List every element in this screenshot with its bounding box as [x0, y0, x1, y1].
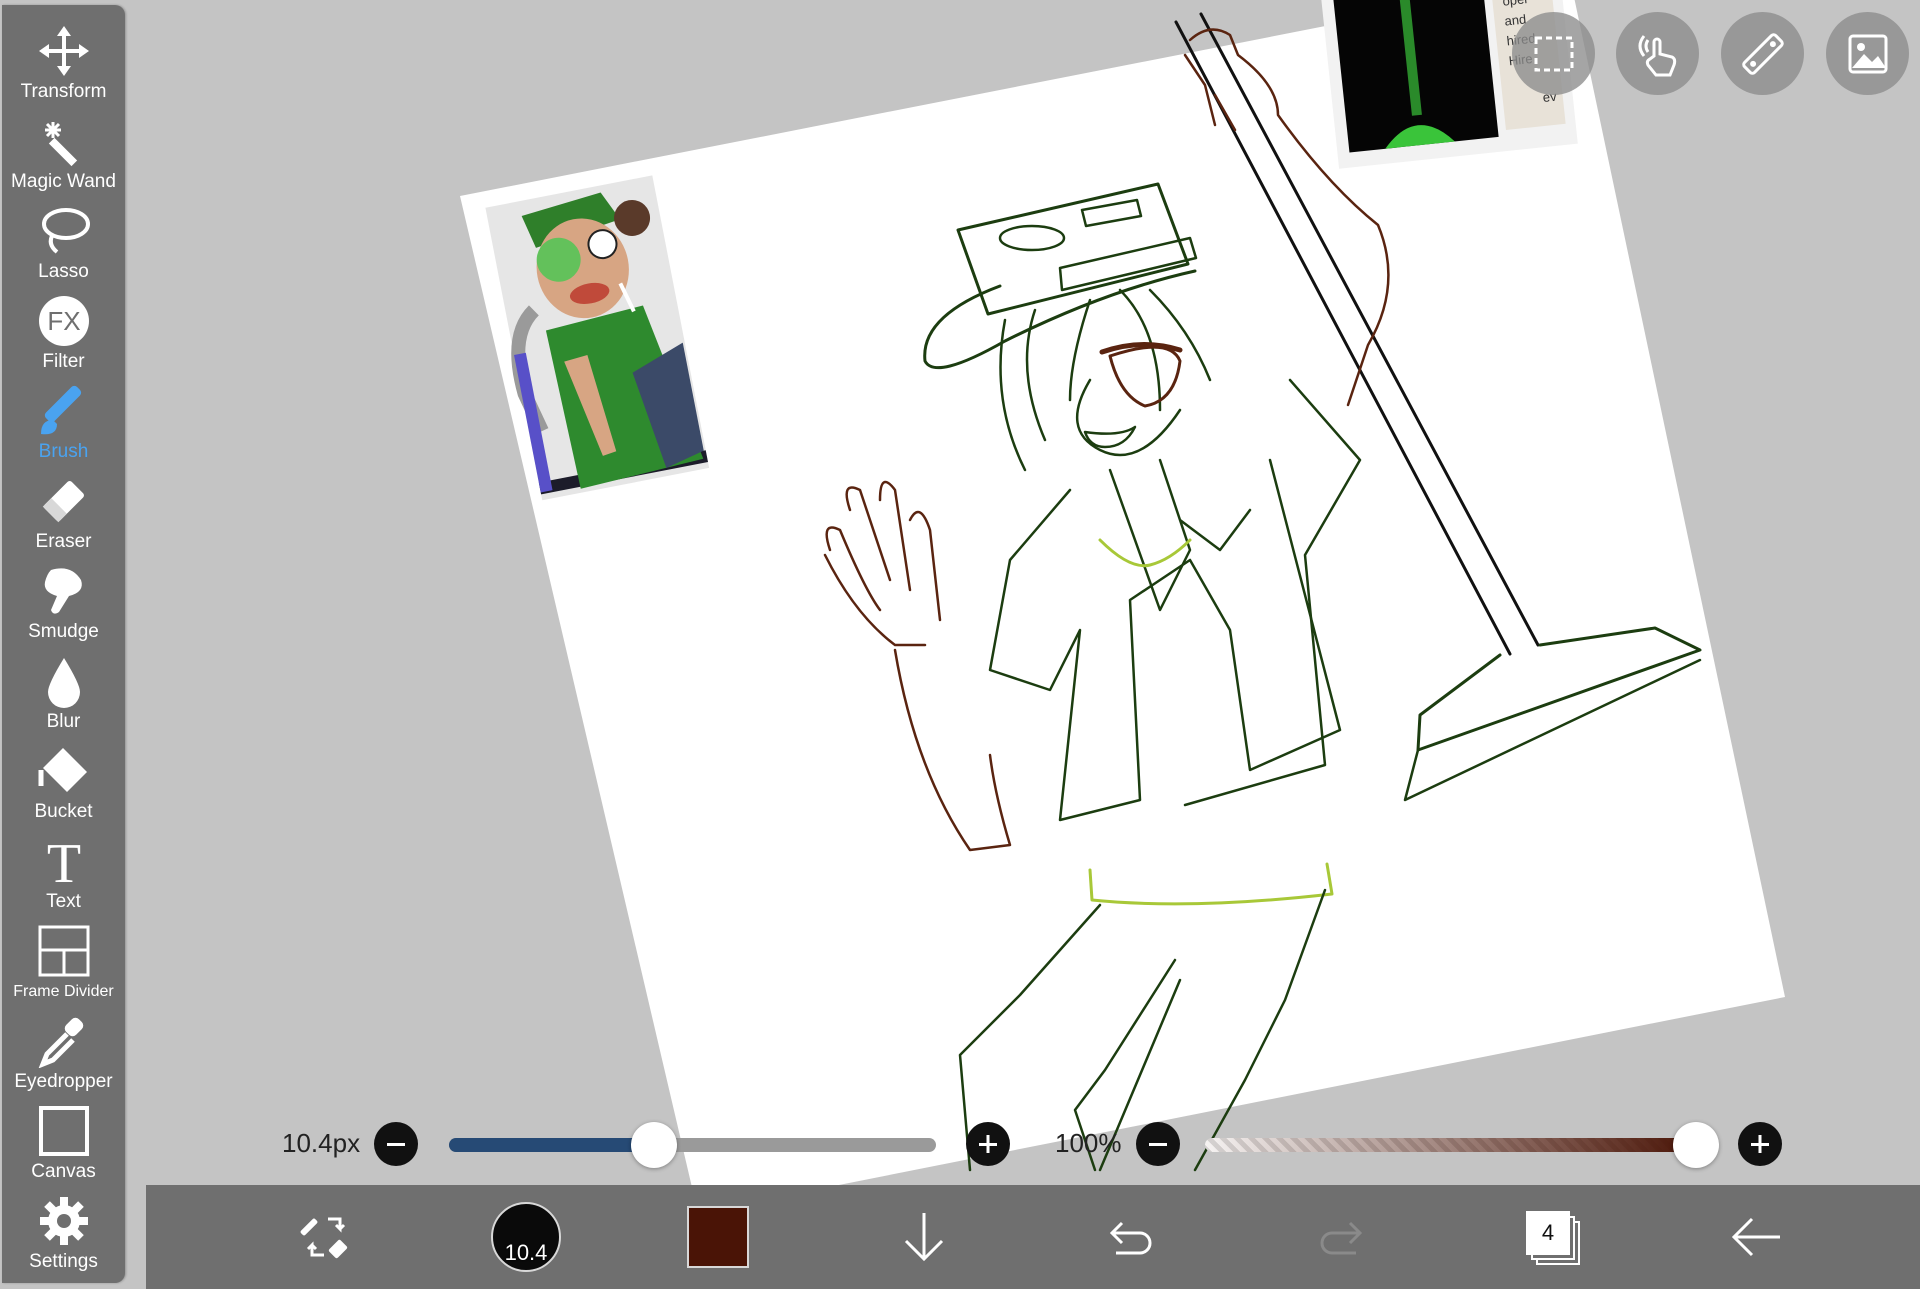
brush-size-slider-thumb[interactable]: [631, 1122, 677, 1168]
canvas-icon: [34, 1103, 94, 1159]
opacity-slider-thumb[interactable]: [1673, 1122, 1719, 1168]
redo-icon: [1320, 1221, 1363, 1255]
tool-label: Frame Divider: [13, 983, 114, 1000]
bucket-icon: [34, 743, 94, 799]
color-button[interactable]: [658, 1185, 778, 1289]
tool-label: Eyedropper: [14, 1071, 113, 1092]
tool-label: Smudge: [28, 621, 99, 642]
arrow-down-icon: [904, 1213, 944, 1262]
selection-button[interactable]: [1512, 12, 1595, 95]
ruler-button[interactable]: [1721, 12, 1804, 95]
brush-eraser-swap-button[interactable]: [266, 1185, 386, 1289]
brush-size-slider-fill: [449, 1138, 654, 1152]
fx-filter-icon: FX: [34, 293, 94, 349]
text-icon: T: [34, 833, 94, 889]
tool-label: Brush: [38, 441, 89, 462]
svg-text:FX: FX: [47, 306, 80, 336]
smudge-icon: [34, 563, 94, 619]
opacity-decrease-button[interactable]: [1136, 1122, 1180, 1166]
minus-icon: [387, 1143, 405, 1146]
color-swatch: [687, 1206, 749, 1268]
transform-icon: [34, 23, 94, 79]
layers-icon: 4: [1526, 1211, 1580, 1265]
gear-icon: [34, 1193, 94, 1249]
svg-text:T: T: [46, 834, 80, 888]
bottom-toolbar: 10.4 4: [146, 1185, 1920, 1289]
undo-icon: [1109, 1221, 1152, 1255]
tool-eraser[interactable]: Eraser: [2, 473, 125, 561]
tool-label: Filter: [42, 351, 85, 372]
tool-canvas[interactable]: Canvas: [2, 1103, 125, 1191]
brush-size-value: 10.4: [504, 1240, 548, 1265]
frame-divider-icon: [34, 923, 94, 979]
tool-label: Eraser: [35, 531, 92, 552]
tool-label: Bucket: [34, 801, 93, 822]
tool-eyedropper[interactable]: Eyedropper: [2, 1013, 125, 1101]
tool-label: Blur: [46, 711, 81, 732]
opacity-slider[interactable]: [1205, 1138, 1696, 1152]
touch-gesture-button[interactable]: [1616, 12, 1699, 95]
touch-gesture-icon: [1638, 34, 1676, 76]
tool-brush[interactable]: Brush: [2, 383, 125, 471]
tool-smudge[interactable]: Smudge: [2, 563, 125, 651]
tool-frame-divider[interactable]: Frame Divider: [2, 923, 125, 1011]
tool-blur[interactable]: Blur: [2, 653, 125, 741]
brush-size-label: 10.4px: [282, 1128, 361, 1158]
tool-label: Magic Wand: [11, 171, 116, 192]
tool-magic-wand[interactable]: Magic Wand: [2, 113, 125, 201]
import-arrow-button[interactable]: [864, 1185, 984, 1289]
ruler-icon: [1741, 32, 1784, 75]
brush-size-decrease-button[interactable]: [374, 1122, 418, 1166]
drawing-canvas[interactable]: oper and hired Hire ev: [0, 0, 1920, 1289]
layer-count: 4: [1526, 1211, 1570, 1255]
selection-icon: [1534, 36, 1573, 71]
tool-bucket[interactable]: Bucket: [2, 743, 125, 831]
opacity-label: 100%: [1055, 1128, 1122, 1158]
tool-label: Lasso: [38, 261, 89, 282]
drawing-canvas-area[interactable]: oper and hired Hire ev: [0, 0, 1920, 1289]
tool-settings[interactable]: Settings: [2, 1193, 125, 1281]
canvas-paper: [460, 0, 1785, 1213]
lasso-icon: [34, 203, 94, 259]
redo-button[interactable]: [1280, 1185, 1400, 1289]
back-button[interactable]: [1696, 1185, 1816, 1289]
tool-label: Transform: [20, 81, 107, 102]
tool-text[interactable]: T Text: [2, 833, 125, 921]
brush-eraser-swap-icon: [300, 1217, 348, 1259]
blur-drop-icon: [34, 653, 94, 709]
minus-icon: [1149, 1143, 1167, 1146]
opacity-increase-button[interactable]: [1738, 1122, 1782, 1166]
eyedropper-icon: [34, 1013, 94, 1069]
eraser-icon: [34, 473, 94, 529]
brush-size-button[interactable]: 10.4: [466, 1185, 586, 1289]
plus-icon: [979, 1135, 997, 1153]
layers-button[interactable]: 4: [1492, 1185, 1612, 1289]
tool-label: Canvas: [31, 1161, 96, 1182]
undo-button[interactable]: [1072, 1185, 1192, 1289]
tool-sidebar: Transform Magic Wand Lasso FX Filter Bru…: [2, 5, 125, 1283]
brush-size-increase-button[interactable]: [966, 1122, 1010, 1166]
tool-label: Text: [46, 891, 81, 912]
tool-label: Settings: [29, 1251, 98, 1272]
brush-size-indicator: 10.4: [491, 1202, 561, 1272]
back-arrow-icon: [1731, 1217, 1780, 1257]
tool-transform[interactable]: Transform: [2, 23, 125, 111]
tool-filter[interactable]: FX Filter: [2, 293, 125, 381]
magic-wand-icon: [34, 113, 94, 169]
material-image-button[interactable]: [1826, 12, 1909, 95]
plus-icon: [1751, 1135, 1769, 1153]
material-image-icon: [1848, 34, 1887, 73]
brush-icon: [34, 383, 94, 439]
tool-lasso[interactable]: Lasso: [2, 203, 125, 291]
